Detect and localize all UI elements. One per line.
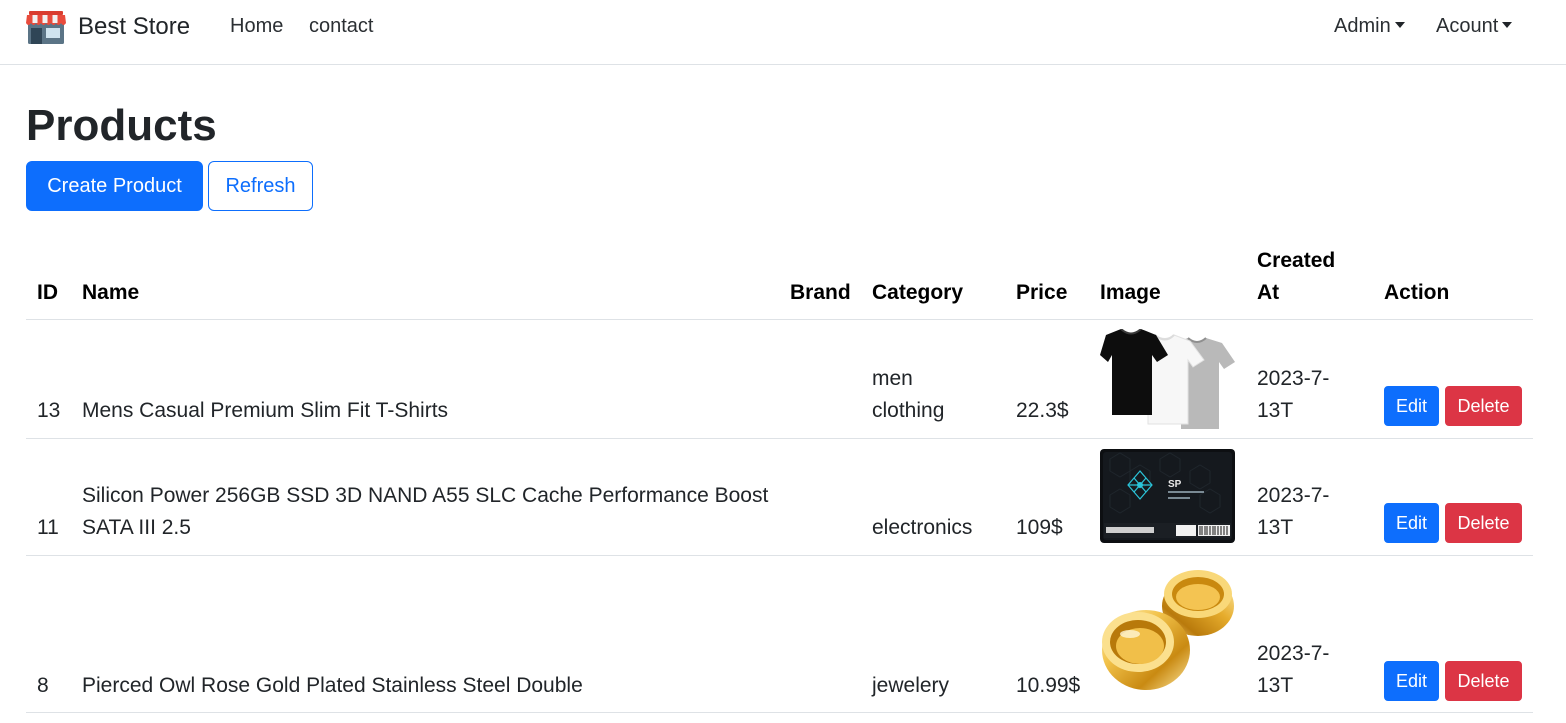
header-price: Price <box>1016 281 1068 304</box>
header-image: Image <box>1100 281 1161 304</box>
cell-id: 11 <box>37 516 59 539</box>
cell-created-line1: 2023-7- <box>1257 484 1330 507</box>
brand-name: Best Store <box>78 13 191 40</box>
nav-account-dropdown[interactable]: Acount <box>1436 14 1513 38</box>
edit-button[interactable]: Edit <box>1384 503 1439 543</box>
svg-text:SP: SP <box>1168 479 1182 490</box>
edit-button[interactable]: Edit <box>1384 661 1439 701</box>
header-action: Action <box>1384 281 1450 304</box>
table-row: 13 Mens Casual Premium Slim Fit T-Shirts… <box>26 320 1533 438</box>
table-row: 11 Silicon Power 256GB SSD 3D NAND A55 S… <box>26 439 1533 555</box>
caret-down-icon <box>1394 22 1405 28</box>
cell-created-line1: 2023-7- <box>1257 367 1330 390</box>
brand[interactable]: Best Store <box>25 9 190 45</box>
navbar: Best Store Home contact Admin Acount <box>0 0 1566 65</box>
cell-name-line1: Silicon Power 256GB SSD 3D NAND A55 SLC … <box>82 484 769 507</box>
header-id: ID <box>37 281 58 304</box>
cell-id: 8 <box>37 674 49 697</box>
nav-admin-dropdown[interactable]: Admin <box>1334 14 1405 38</box>
cell-created-line2: 13T <box>1257 399 1294 422</box>
cell-category-line1: men <box>872 367 913 390</box>
cell-created-line2: 13T <box>1257 674 1294 697</box>
ssd-image: SP <box>1100 449 1235 543</box>
cell-category: electronics <box>872 516 973 539</box>
cell-created-line1: 2023-7- <box>1257 642 1330 665</box>
cell-category-line2: clothing <box>872 399 945 422</box>
header-name: Name <box>82 281 140 304</box>
cell-name-line2: SATA III 2.5 <box>82 516 191 539</box>
create-product-button[interactable]: Create Product <box>26 161 203 211</box>
header-created-line1: Created <box>1257 249 1336 272</box>
caret-down-icon <box>1502 22 1513 28</box>
cell-created-line2: 13T <box>1257 516 1294 539</box>
refresh-button[interactable]: Refresh <box>208 161 313 211</box>
header-brand: Brand <box>790 281 851 304</box>
header-created-line2: At <box>1257 281 1280 304</box>
cell-name: Mens Casual Premium Slim Fit T-Shirts <box>82 399 449 422</box>
header-category: Category <box>872 281 964 304</box>
cell-price: 22.3$ <box>1016 399 1069 422</box>
admin-label: Admin <box>1334 15 1391 37</box>
cell-id: 13 <box>37 399 61 422</box>
nav-contact[interactable]: contact <box>309 14 373 38</box>
cell-price: 109$ <box>1016 516 1063 539</box>
cell-category: jewelery <box>872 674 950 697</box>
store-logo-icon <box>26 11 66 44</box>
cell-price: 10.99$ <box>1016 674 1081 697</box>
page-title: Products <box>26 101 217 150</box>
nav-home[interactable]: Home <box>230 14 283 38</box>
table-row: 8 Pierced Owl Rose Gold Plated Stainless… <box>26 556 1533 712</box>
edit-button[interactable]: Edit <box>1384 386 1439 426</box>
row-divider <box>26 712 1533 713</box>
delete-button[interactable]: Delete <box>1445 386 1522 426</box>
account-label: Acount <box>1436 15 1499 37</box>
delete-button[interactable]: Delete <box>1445 503 1522 543</box>
gold-plugs-image <box>1102 570 1234 690</box>
t-shirts-image <box>1100 329 1235 429</box>
cell-name: Pierced Owl Rose Gold Plated Stainless S… <box>82 674 583 697</box>
delete-button[interactable]: Delete <box>1445 661 1522 701</box>
